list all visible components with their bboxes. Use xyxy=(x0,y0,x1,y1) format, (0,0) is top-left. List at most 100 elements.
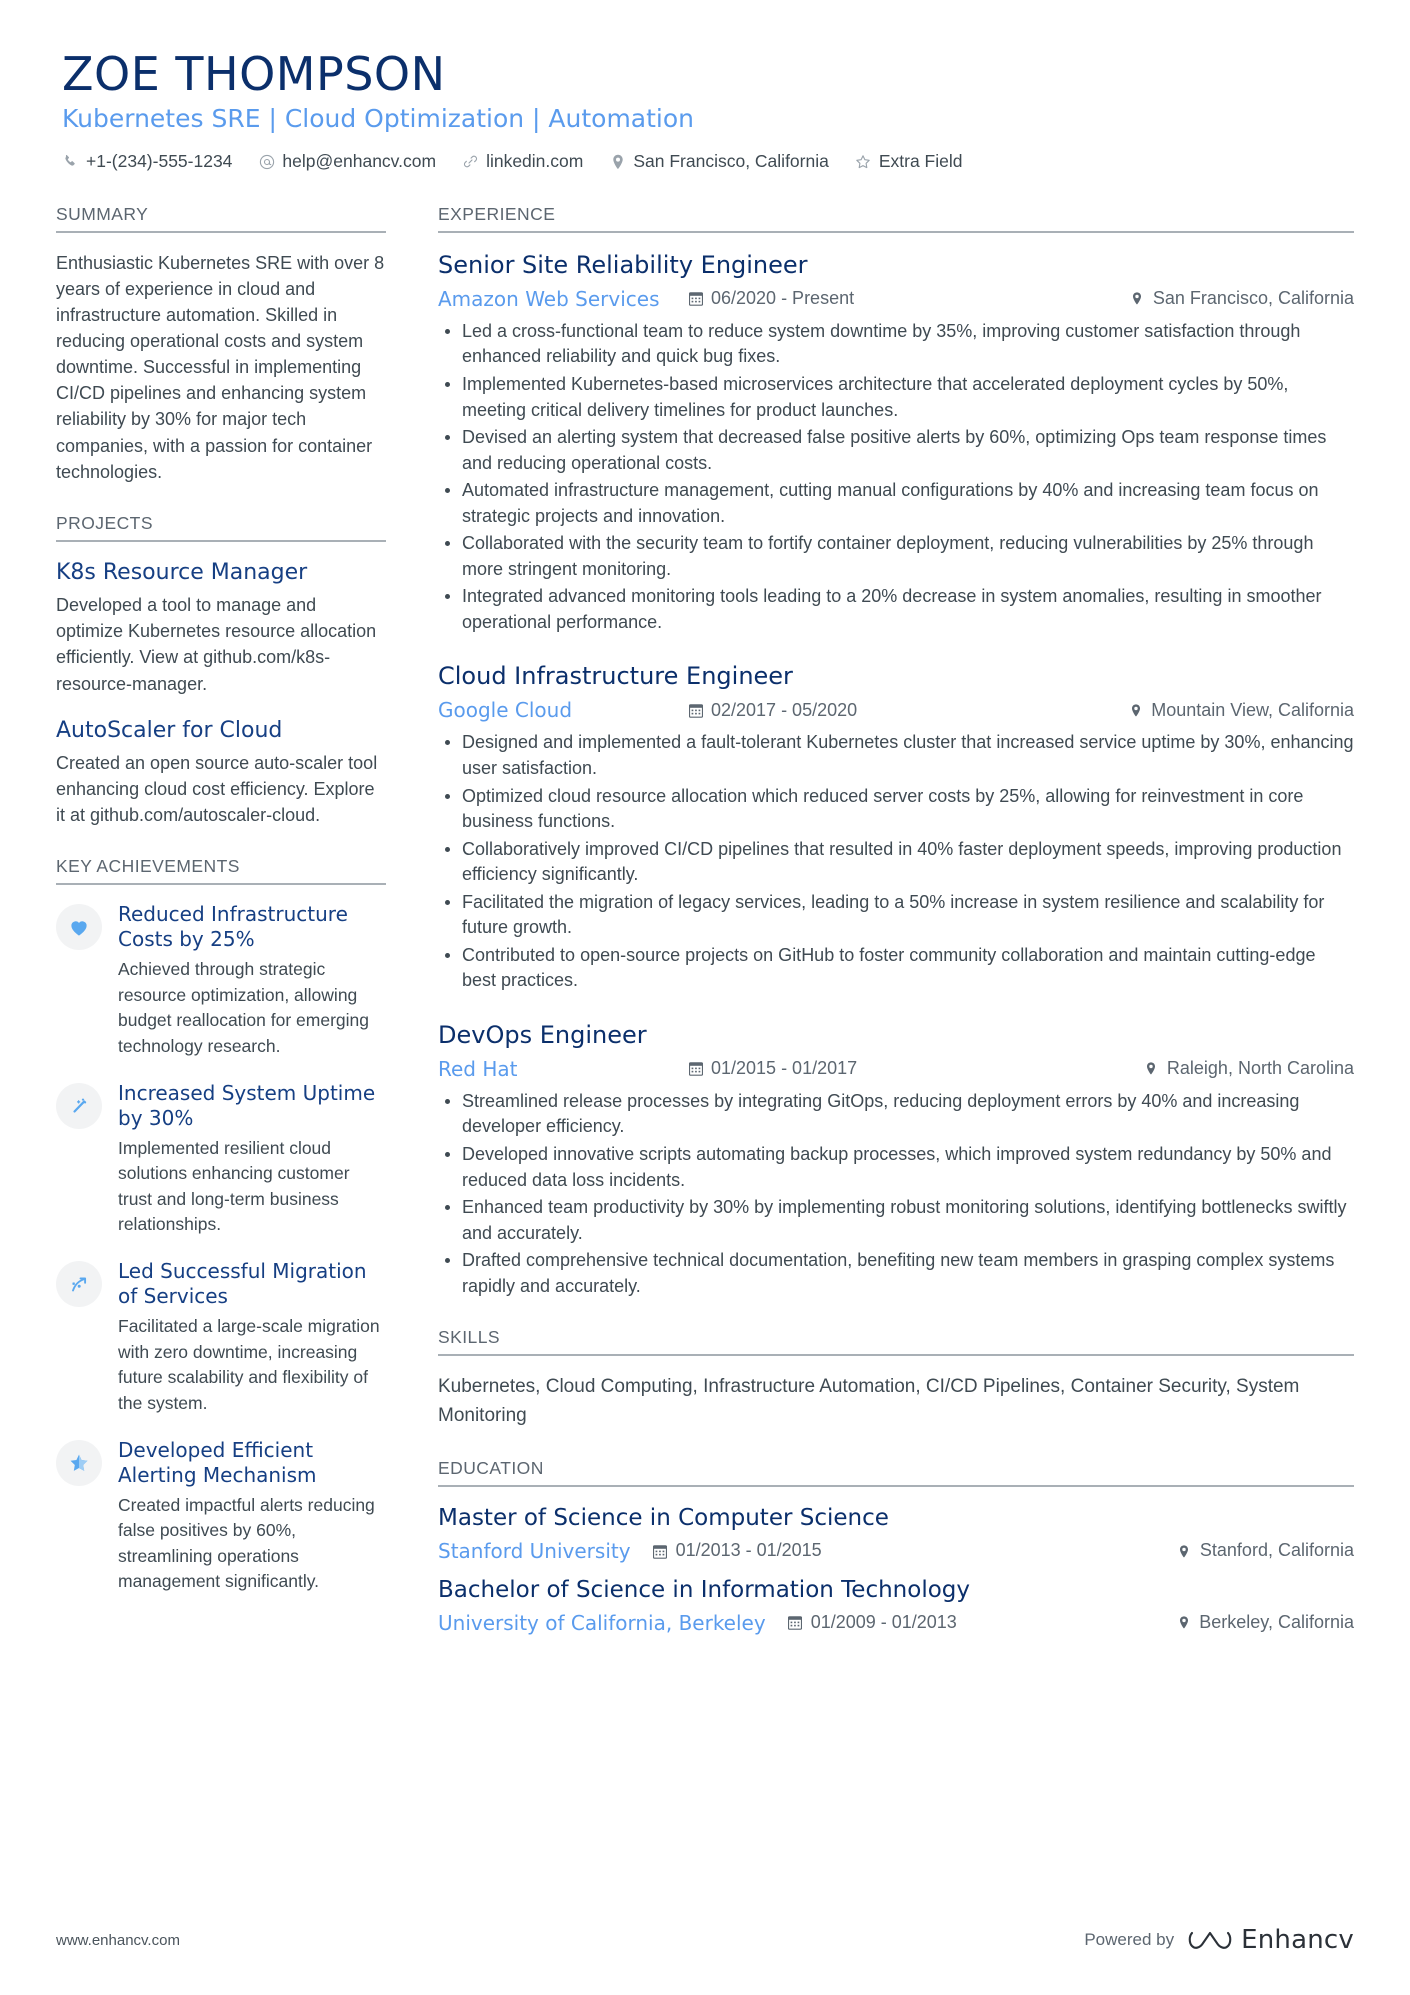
job-bullet: Contributed to open-source projects on G… xyxy=(438,943,1354,994)
project-item: K8s Resource Manager Developed a tool to… xyxy=(56,559,386,697)
job-meta: Amazon Web Services 06/2020 - Present Sa… xyxy=(438,286,1354,312)
job-bullet: Developed innovative scripts automating … xyxy=(438,1142,1354,1193)
email-icon xyxy=(258,153,275,170)
experience-section-title: EXPERIENCE xyxy=(438,204,1354,233)
job-location-text: Raleigh, North Carolina xyxy=(1166,1058,1354,1079)
education-item: Master of Science in Computer Science St… xyxy=(438,1504,1354,1564)
job-dates: 01/2015 - 01/2017 xyxy=(688,1057,903,1080)
right-column: EXPERIENCE Senior Site Reliability Engin… xyxy=(438,204,1354,1664)
left-column: SUMMARY Enthusiastic Kubernetes SRE with… xyxy=(56,204,386,1623)
job-bullet: Streamlined release processes by integra… xyxy=(438,1089,1354,1140)
contact-extra-field: Extra Field xyxy=(855,149,962,174)
job-bullet: Integrated advanced monitoring tools lea… xyxy=(438,584,1354,635)
job-dates: 06/2020 - Present xyxy=(688,287,903,310)
job-dates-text: 02/2017 - 05/2020 xyxy=(711,699,858,720)
job-company: Red Hat xyxy=(438,1056,518,1081)
candidate-name: ZOE THOMPSON xyxy=(62,47,446,101)
contact-email-text: help@enhancv.com xyxy=(282,151,437,172)
project-title: K8s Resource Manager xyxy=(56,559,308,585)
candidate-headline: Kubernetes SRE | Cloud Optimization | Au… xyxy=(62,103,695,133)
education-location-text: Berkeley, California xyxy=(1199,1612,1354,1633)
education-meta: Stanford University 01/2013 - 01/2015 St… xyxy=(438,1538,1354,1564)
location-pin-icon xyxy=(1128,702,1143,718)
job-bullet: Collaboratively improved CI/CD pipelines… xyxy=(438,837,1354,888)
footer-brand: Powered by Enhancv xyxy=(1084,1925,1354,1955)
job-bullet: Drafted comprehensive technical document… xyxy=(438,1248,1354,1299)
job-meta: Red Hat 01/2015 - 01/2017 Raleigh, North… xyxy=(438,1056,1354,1082)
job-bullet: Devised an alerting system that decrease… xyxy=(438,425,1354,476)
resume-body: SUMMARY Enthusiastic Kubernetes SRE with… xyxy=(56,204,1354,1664)
footer-website[interactable]: www.enhancv.com xyxy=(56,1932,180,1949)
education-dates-text: 01/2009 - 01/2013 xyxy=(810,1612,957,1633)
location-pin-icon xyxy=(1176,1615,1191,1631)
location-pin-icon xyxy=(1130,291,1145,307)
job-bullet: Designed and implemented a fault-toleran… xyxy=(438,730,1354,781)
key-achievements-section-title: KEY ACHIEVEMENTS xyxy=(56,856,386,886)
education-section-title: EDUCATION xyxy=(438,1458,1354,1488)
education-item: Bachelor of Science in Information Techn… xyxy=(438,1576,1354,1636)
job-bullet: Optimized cloud resource allocation whic… xyxy=(438,784,1354,835)
education-degree: Master of Science in Computer Science xyxy=(438,1505,889,1532)
skills-section-title: SKILLS xyxy=(438,1327,1354,1357)
page-footer: www.enhancv.com Powered by Enhancv xyxy=(56,1925,1354,1955)
job-dates: 02/2017 - 05/2020 xyxy=(688,699,903,722)
achievement-title: Led Successful Migration of Services xyxy=(118,1259,367,1309)
location-pin-icon xyxy=(1177,1543,1192,1559)
achievement-item: Led Successful Migration of Services Fac… xyxy=(56,1259,386,1416)
projects-section: PROJECTS K8s Resource Manager Developed … xyxy=(56,513,386,829)
achievement-item: Developed Efficient Alerting Mechanism C… xyxy=(56,1438,386,1595)
job-location: Mountain View, California xyxy=(903,699,1354,722)
star-badge-icon xyxy=(67,1451,91,1475)
achievement-badge xyxy=(56,1439,102,1486)
calendar-icon xyxy=(688,1061,703,1077)
job-location-text: Mountain View, California xyxy=(1151,699,1354,720)
heart-icon xyxy=(67,915,91,939)
education-location: Stanford, California xyxy=(1177,1539,1354,1562)
calendar-icon xyxy=(788,1615,803,1631)
achievement-title: Reduced Infrastructure Costs by 25% xyxy=(118,902,348,952)
education-dates: 01/2009 - 01/2013 xyxy=(788,1611,957,1634)
experience-item: Cloud Infrastructure Engineer Google Clo… xyxy=(438,661,1354,993)
achievement-item: Reduced Infrastructure Costs by 25% Achi… xyxy=(56,902,386,1059)
contact-location-text: San Francisco, California xyxy=(633,151,829,172)
summary-section: SUMMARY Enthusiastic Kubernetes SRE with… xyxy=(56,204,386,485)
achievement-title: Increased System Uptime by 30% xyxy=(118,1080,376,1130)
skills-section: SKILLS Kubernetes, Cloud Computing, Infr… xyxy=(438,1327,1354,1430)
phone-icon xyxy=(62,153,79,170)
experience-section: EXPERIENCE Senior Site Reliability Engin… xyxy=(438,204,1354,1299)
experience-item: DevOps Engineer Red Hat 01/2015 - 01/201… xyxy=(438,1020,1354,1299)
education-location: Berkeley, California xyxy=(1176,1611,1354,1634)
achievement-description: Implemented resilient cloud solutions en… xyxy=(118,1137,350,1235)
contact-linkedin[interactable]: linkedin.com xyxy=(462,149,583,174)
job-bullets: Designed and implemented a fault-toleran… xyxy=(438,730,1354,993)
project-description: Developed a tool to manage and optimize … xyxy=(56,595,377,694)
contact-email[interactable]: help@enhancv.com xyxy=(258,149,436,174)
enhancv-mark-icon xyxy=(1188,1931,1232,1949)
education-school: Stanford University xyxy=(438,1539,631,1564)
achievement-description: Created impactful alerts reducing false … xyxy=(118,1494,375,1592)
growth-arrow-icon xyxy=(67,1272,91,1296)
location-pin-icon xyxy=(609,153,626,170)
project-description: Created an open source auto-scaler tool … xyxy=(56,753,378,826)
job-bullets: Led a cross-functional team to reduce sy… xyxy=(438,319,1354,636)
job-location: Raleigh, North Carolina xyxy=(903,1057,1354,1080)
education-location-text: Stanford, California xyxy=(1199,1540,1354,1561)
project-title: AutoScaler for Cloud xyxy=(56,717,283,743)
link-icon xyxy=(462,153,479,170)
contact-phone[interactable]: +1-(234)-555-1234 xyxy=(62,149,232,174)
job-title: Senior Site Reliability Engineer xyxy=(438,250,808,279)
achievement-item: Increased System Uptime by 30% Implement… xyxy=(56,1081,386,1238)
magic-wand-icon xyxy=(67,1094,91,1118)
achievement-body: Developed Efficient Alerting Mechanism C… xyxy=(118,1438,386,1595)
job-company: Amazon Web Services xyxy=(438,286,660,311)
education-school: University of California, Berkeley xyxy=(438,1610,766,1635)
achievement-badge xyxy=(56,1082,102,1129)
project-item: AutoScaler for Cloud Created an open sou… xyxy=(56,717,386,829)
achievement-description: Facilitated a large-scale migration with… xyxy=(118,1316,380,1413)
location-pin-icon xyxy=(1144,1061,1159,1077)
achievement-badge xyxy=(56,904,102,951)
calendar-icon xyxy=(688,291,703,307)
achievement-title: Developed Efficient Alerting Mechanism xyxy=(118,1437,317,1487)
education-dates-text: 01/2013 - 01/2015 xyxy=(675,1540,822,1561)
enhancv-wordmark: Enhancv xyxy=(1241,1925,1354,1955)
